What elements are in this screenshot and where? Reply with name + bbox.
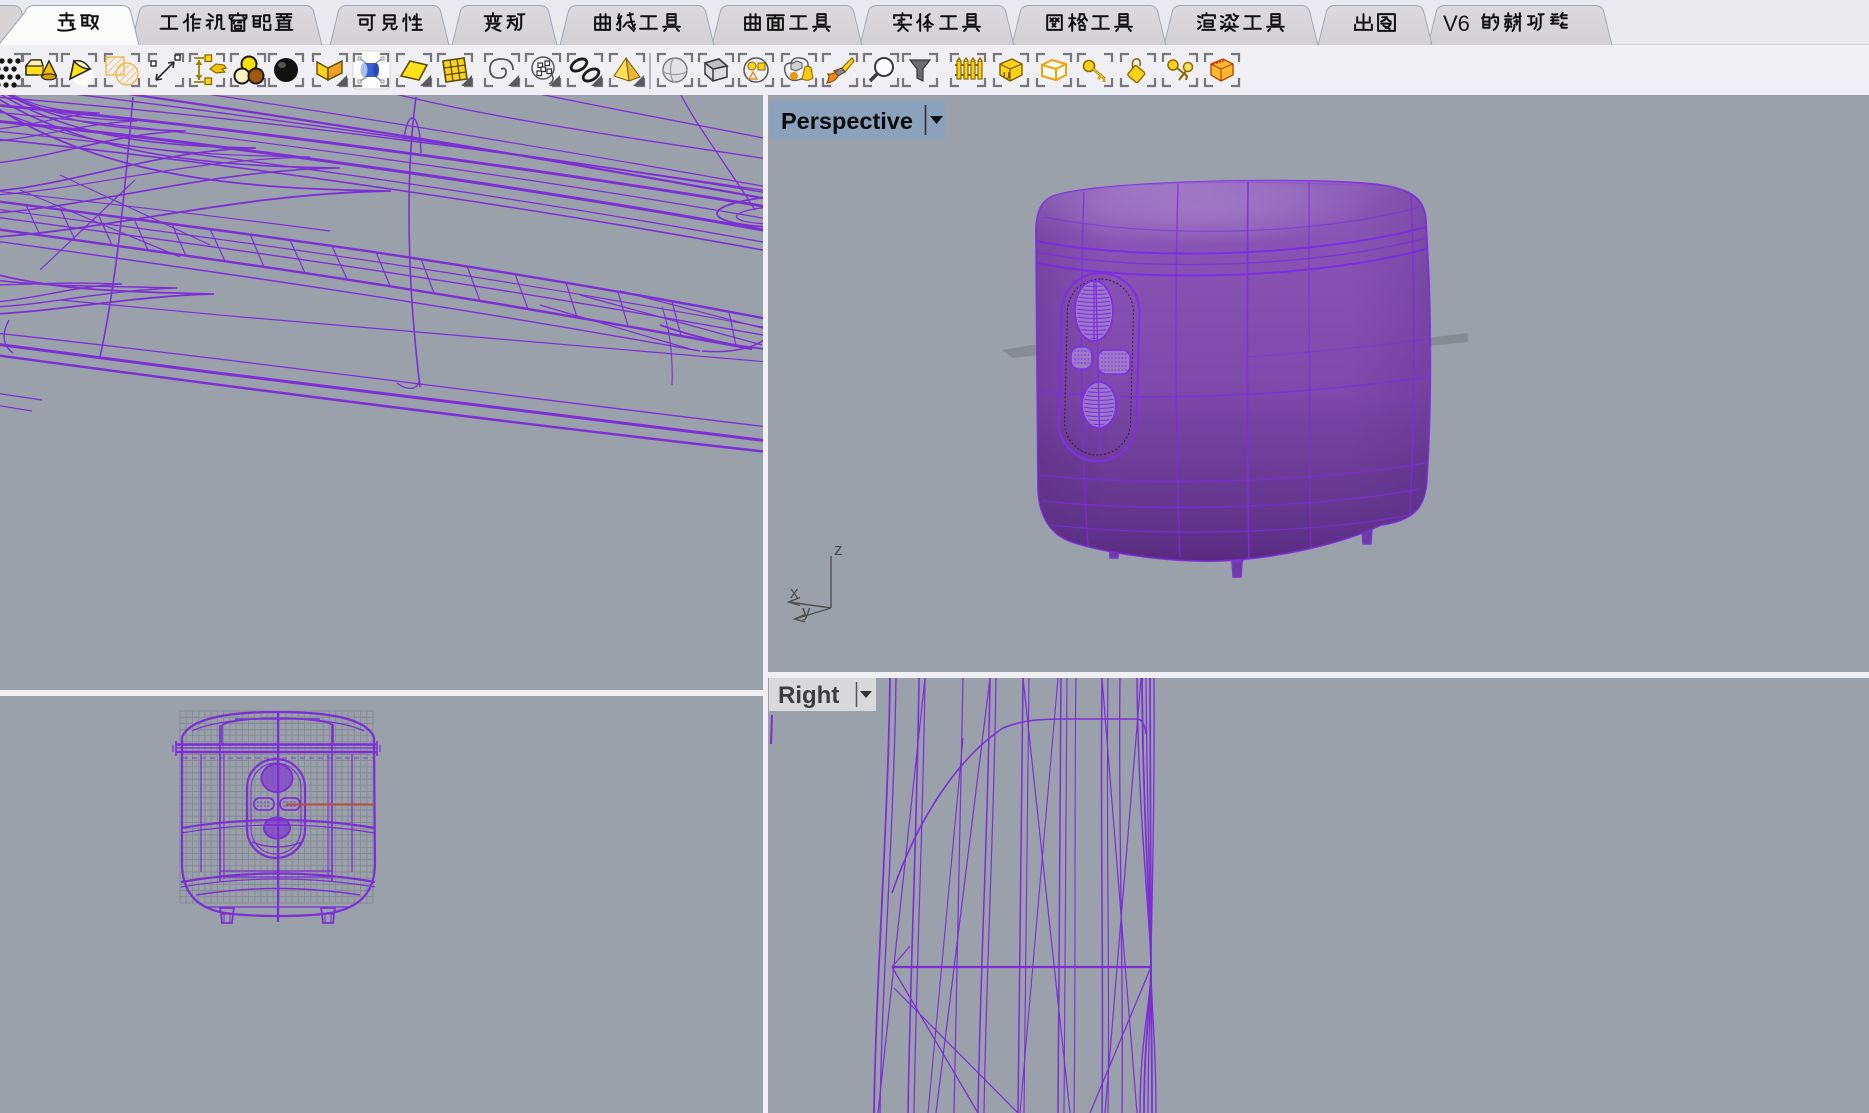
- svg-text:x: x: [790, 583, 799, 602]
- svg-text:z: z: [834, 540, 843, 559]
- svg-text:V6: V6: [1443, 11, 1470, 36]
- svg-text:Right: Right: [778, 682, 839, 709]
- svg-text:Perspective: Perspective: [781, 108, 913, 134]
- svg-text:y: y: [802, 602, 811, 621]
- svg-text:U: U: [1003, 71, 1010, 82]
